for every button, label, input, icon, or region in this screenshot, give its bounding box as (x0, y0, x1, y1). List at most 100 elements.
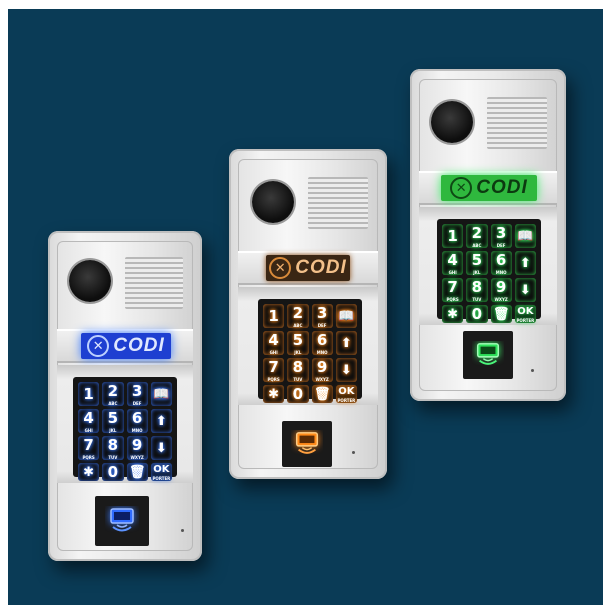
key-5[interactable]: 5 JKL (466, 251, 488, 275)
book-icon: 📖 (153, 386, 170, 402)
key-digit: 5 (292, 331, 304, 349)
intercom-panel-green: ✕ CODI 1 2 ABC 3 DEF 📖 4 GHI 5 JKL 6 MNO ⬆ 7 PQRS 8 TUV 9… (410, 69, 566, 401)
key-digit: 2 (107, 382, 119, 400)
key-ok[interactable]: OK PORTER (150, 463, 172, 481)
key-digit: 3 (316, 304, 328, 322)
key-ok[interactable]: OK PORTER (514, 305, 536, 323)
key-digit: 4 (83, 409, 94, 427)
key-0[interactable]: 0 (287, 385, 309, 403)
key-3[interactable]: 3 DEF (126, 382, 148, 406)
key-letters: TUV (472, 297, 482, 302)
logo-display: ✕ CODI (81, 333, 171, 359)
arrow-up-key[interactable]: ⬆ (514, 251, 536, 275)
key-3[interactable]: 3 DEF (311, 304, 333, 328)
key-8[interactable]: 8 TUV (102, 436, 124, 460)
key-4[interactable]: 4 GHI (263, 331, 285, 355)
key-6[interactable]: 6 MNO (126, 409, 148, 433)
key-7[interactable]: 7 PQRS (78, 436, 100, 460)
key-letters: DEF (317, 323, 327, 328)
key-letters: PORTER (337, 397, 356, 403)
trash-key[interactable]: 🗑 (126, 463, 148, 481)
key-3[interactable]: 3 DEF (490, 224, 512, 248)
key-digit: 2 (471, 224, 483, 242)
key-6[interactable]: 6 MNO (490, 251, 512, 275)
key-4[interactable]: 4 GHI (78, 409, 100, 433)
key-letters: DEF (132, 401, 142, 406)
trash-icon: 🗑 (313, 386, 331, 402)
key-9[interactable]: 9 WXYZ (311, 358, 333, 382)
speaker-grille (125, 257, 183, 309)
key-ok[interactable]: OK PORTER (335, 385, 357, 403)
codi-logo-icon: ✕ (87, 335, 110, 357)
card-reader (95, 496, 149, 546)
key-letters: TUV (293, 377, 303, 382)
key-letters: PQRS (267, 377, 280, 382)
key-2[interactable]: 2 ABC (466, 224, 488, 248)
trash-key[interactable]: 🗑 (311, 385, 333, 403)
logo-strip: ✕ CODI (419, 171, 557, 205)
key-digit: 0 (107, 463, 119, 481)
key-7[interactable]: 7 PQRS (263, 358, 285, 382)
arrow-down-icon: ⬇ (519, 282, 531, 298)
key-5[interactable]: 5 JKL (287, 331, 309, 355)
indicator-led (352, 451, 355, 454)
key-letters: JKL (473, 270, 481, 275)
indicator-led (181, 529, 184, 532)
arrow-up-icon: ⬆ (155, 413, 167, 429)
card-reader (463, 331, 513, 379)
key-6[interactable]: 6 MNO (311, 331, 333, 355)
key-5[interactable]: 5 JKL (102, 409, 124, 433)
key-letters: WXYZ (315, 377, 329, 382)
key-digit: 4 (447, 251, 458, 269)
key-1[interactable]: 1 (78, 382, 100, 406)
key-digit: 8 (292, 358, 304, 376)
key-9[interactable]: 9 WXYZ (126, 436, 148, 460)
key-letters: GHI (269, 350, 278, 355)
logo-strip: ✕ CODI (238, 251, 378, 285)
key-digit: 0 (471, 305, 483, 323)
key-4[interactable]: 4 GHI (442, 251, 464, 275)
key-letters: ABC (108, 401, 118, 406)
logo-text: CODI (113, 335, 165, 356)
key-1[interactable]: 1 (263, 304, 285, 328)
keypad: 1 2 ABC 3 DEF 📖 4 GHI 5 JKL 6 MNO ⬆ 7 PQRS 8 TUV 9 WXYZ ⬇ ✱ 0… (73, 377, 177, 481)
key-1[interactable]: 1 (442, 224, 464, 248)
trash-icon: 🗑 (128, 464, 146, 480)
arrow-down-icon: ⬇ (340, 362, 352, 378)
card-reader-icon (296, 432, 318, 454)
key-digit: 6 (131, 409, 143, 427)
photo-background: ✕ CODI 1 2 ABC 3 DEF 📖 4 GHI 5 JKL 6 MNO ⬆ 7 PQRS 8 TUV 9… (8, 9, 603, 605)
trash-key[interactable]: 🗑 (490, 305, 512, 323)
book-key[interactable]: 📖 (150, 382, 172, 406)
key-8[interactable]: 8 TUV (466, 278, 488, 302)
asterisk-key[interactable]: ✱ (78, 463, 100, 481)
logo-text: CODI (295, 257, 347, 278)
asterisk-icon: ✱ (83, 464, 95, 480)
key-0[interactable]: 0 (466, 305, 488, 323)
key-2[interactable]: 2 ABC (102, 382, 124, 406)
key-digit: 1 (268, 307, 279, 325)
panel-faceplate: ✕ CODI 1 2 ABC 3 DEF 📖 4 GHI 5 JKL 6 MNO ⬆ 7 PQRS 8 TUV 9… (238, 159, 378, 469)
key-8[interactable]: 8 TUV (287, 358, 309, 382)
key-2[interactable]: 2 ABC (287, 304, 309, 328)
arrow-up-key[interactable]: ⬆ (150, 409, 172, 433)
arrow-down-key[interactable]: ⬇ (150, 436, 172, 460)
arrow-down-key[interactable]: ⬇ (335, 358, 357, 382)
logo-text: CODI (476, 177, 528, 198)
arrow-up-key[interactable]: ⬆ (335, 331, 357, 355)
asterisk-key[interactable]: ✱ (442, 305, 464, 323)
key-letters: GHI (84, 428, 93, 433)
key-9[interactable]: 9 WXYZ (490, 278, 512, 302)
panel-faceplate: ✕ CODI 1 2 ABC 3 DEF 📖 4 GHI 5 JKL 6 MNO ⬆ 7 PQRS 8 TUV 9… (419, 79, 557, 391)
asterisk-key[interactable]: ✱ (263, 385, 285, 403)
book-key[interactable]: 📖 (514, 224, 536, 248)
key-digit: 9 (316, 358, 328, 376)
card-reader (282, 421, 332, 467)
book-key[interactable]: 📖 (335, 304, 357, 328)
key-digit: 9 (495, 278, 507, 296)
arrow-down-key[interactable]: ⬇ (514, 278, 536, 302)
key-digit: 6 (316, 331, 328, 349)
key-digit: 5 (107, 409, 119, 427)
key-7[interactable]: 7 PQRS (442, 278, 464, 302)
key-0[interactable]: 0 (102, 463, 124, 481)
